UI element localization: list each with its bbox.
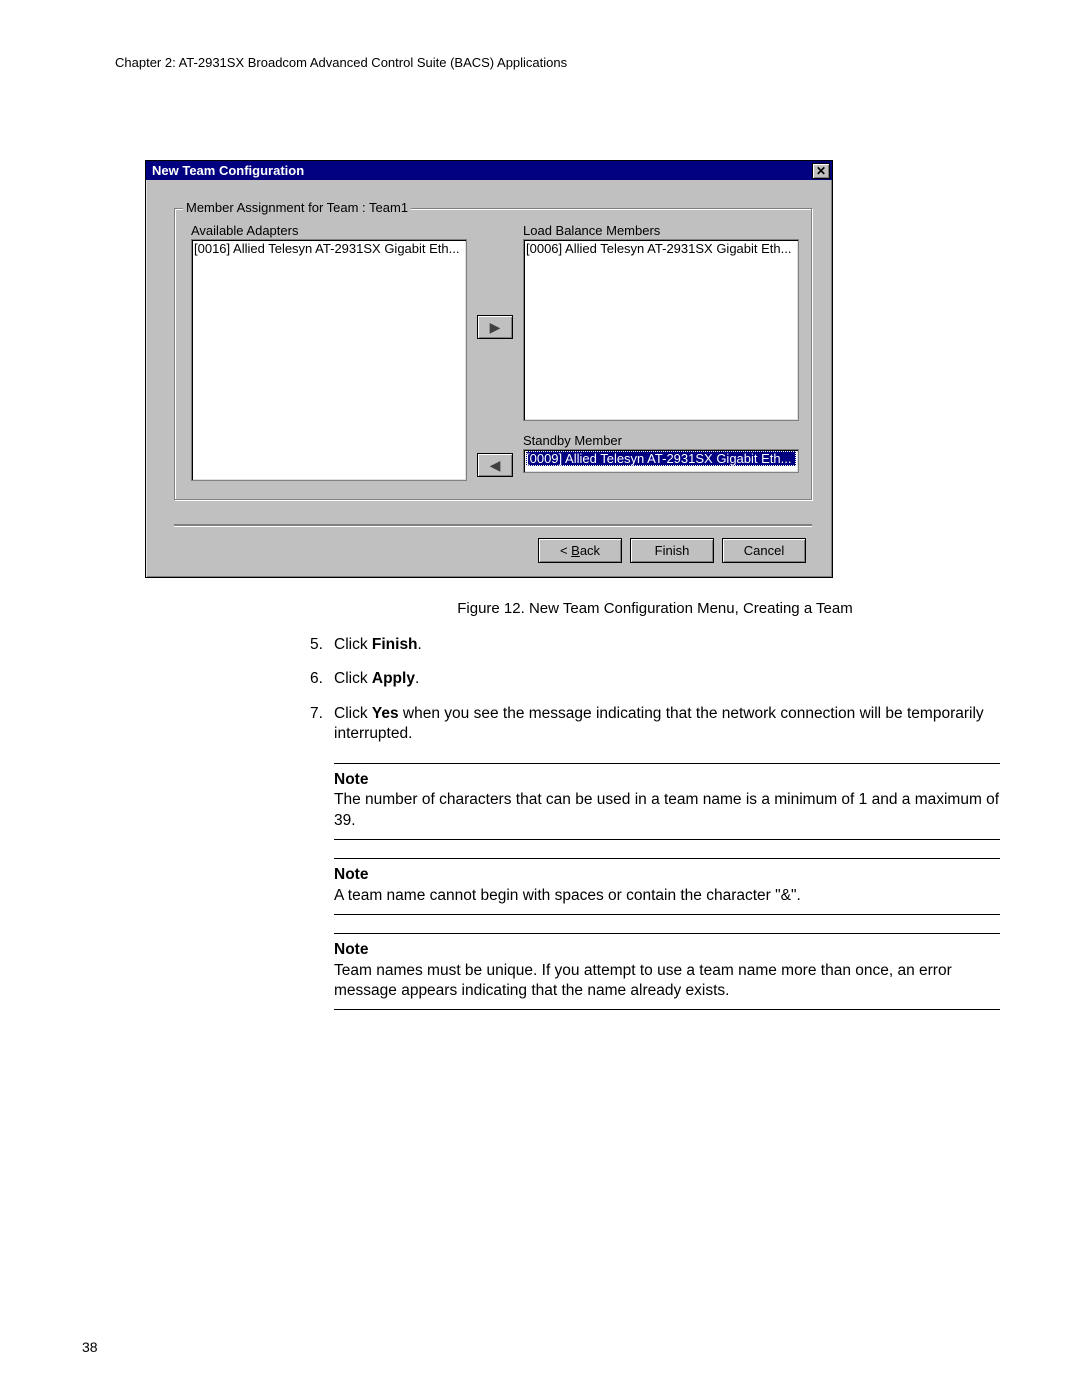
cancel-button[interactable]: Cancel: [722, 538, 806, 563]
document-page: Chapter 2: AT-2931SX Broadcom Advanced C…: [0, 0, 1080, 1397]
members-column: Load Balance Members [0006] Allied Teles…: [523, 223, 799, 481]
available-adapters-list[interactable]: [0016] Allied Telesyn AT-2931SX Gigabit …: [191, 239, 467, 481]
member-assignment-group: Member Assignment for Team : Team1 Avail…: [174, 208, 812, 500]
note-text: The number of characters that can be use…: [334, 790, 1000, 831]
dialog-title: New Team Configuration: [152, 161, 304, 180]
available-adapters-label: Available Adapters: [191, 223, 467, 238]
note-label: Note: [334, 865, 1000, 885]
instruction-steps: 5. Click Finish. 6. Click Apply. 7. Clic…: [310, 635, 1000, 1010]
back-button[interactable]: < Back: [538, 538, 622, 563]
available-adapters-column: Available Adapters [0016] Allied Telesyn…: [191, 223, 467, 481]
load-balance-list[interactable]: [0006] Allied Telesyn AT-2931SX Gigabit …: [523, 239, 799, 421]
move-right-button[interactable]: ▶: [477, 315, 513, 339]
back-button-label: < Back: [560, 543, 600, 558]
chevron-left-icon: ◀: [490, 457, 501, 474]
step-number: 6.: [310, 669, 334, 689]
step-7: 7. Click Yes when you see the message in…: [310, 704, 1000, 745]
standby-member-label: Standby Member: [523, 433, 799, 448]
step-5: 5. Click Finish.: [310, 635, 1000, 655]
standby-member-list[interactable]: [0009] Allied Telesyn AT-2931SX Gigabit …: [523, 449, 799, 473]
page-number: 38: [82, 1339, 98, 1355]
list-item[interactable]: [0009] Allied Telesyn AT-2931SX Gigabit …: [526, 451, 796, 466]
chevron-right-icon: ▶: [490, 319, 501, 336]
note-label: Note: [334, 770, 1000, 790]
step-number: 7.: [310, 704, 334, 745]
note-label: Note: [334, 940, 1000, 960]
group-legend: Member Assignment for Team : Team1: [183, 200, 411, 215]
load-balance-label: Load Balance Members: [523, 223, 799, 238]
dialog-separator: [174, 524, 812, 526]
figure-caption: Figure 12. New Team Configuration Menu, …: [310, 600, 1000, 617]
note-text: A team name cannot begin with spaces or …: [334, 886, 1000, 906]
list-item[interactable]: [0006] Allied Telesyn AT-2931SX Gigabit …: [526, 241, 796, 256]
note-text: Team names must be unique. If you attemp…: [334, 961, 1000, 1002]
chapter-header: Chapter 2: AT-2931SX Broadcom Advanced C…: [115, 55, 1000, 70]
cancel-button-label: Cancel: [744, 543, 784, 558]
dialog-titlebar: New Team Configuration ✕: [146, 161, 832, 180]
note-block: Note Team names must be unique. If you a…: [334, 933, 1000, 1010]
step-number: 5.: [310, 635, 334, 655]
step-6: 6. Click Apply.: [310, 669, 1000, 689]
note-block: Note A team name cannot begin with space…: [334, 858, 1000, 915]
finish-button[interactable]: Finish: [630, 538, 714, 563]
new-team-config-dialog: New Team Configuration ✕ Member Assignme…: [145, 160, 833, 578]
note-block: Note The number of characters that can b…: [334, 763, 1000, 840]
move-left-button[interactable]: ◀: [477, 453, 513, 477]
list-item[interactable]: [0016] Allied Telesyn AT-2931SX Gigabit …: [194, 241, 464, 256]
close-icon[interactable]: ✕: [812, 163, 830, 179]
finish-button-label: Finish: [655, 543, 690, 558]
